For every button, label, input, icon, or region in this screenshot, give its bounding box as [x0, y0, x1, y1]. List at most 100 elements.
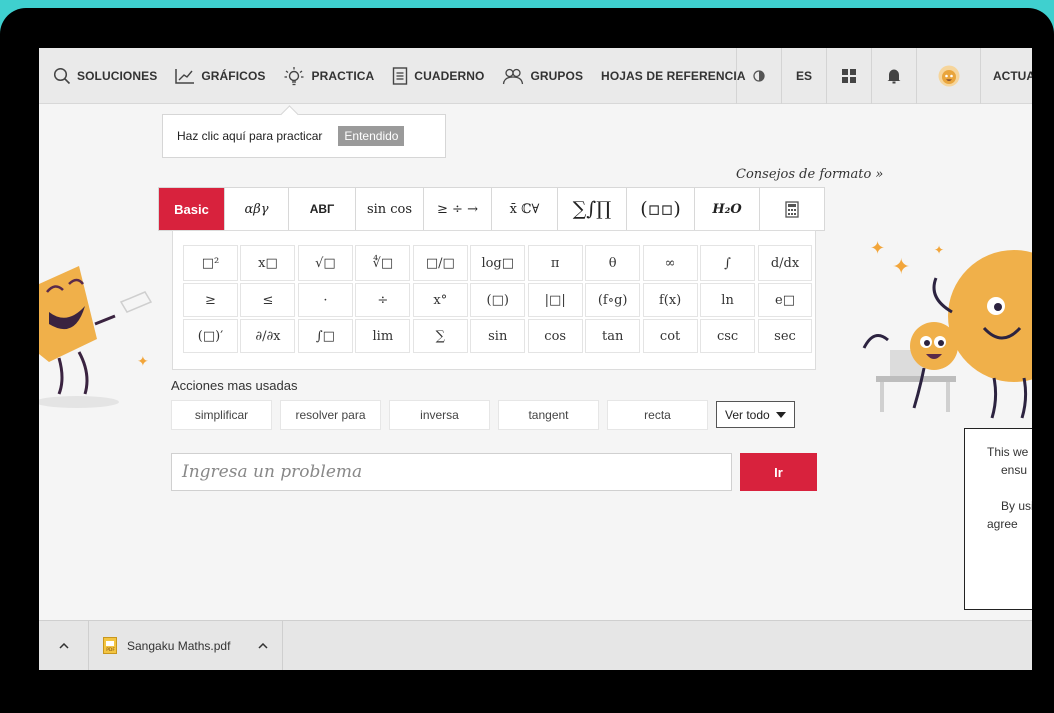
key-parens[interactable]: (□) — [470, 283, 526, 317]
tab-trig[interactable]: sin cos — [356, 188, 424, 230]
nav-label: SOLUCIONES — [77, 68, 158, 83]
apps-button[interactable] — [826, 48, 871, 104]
nav-grupos[interactable]: GRUPOS — [493, 48, 592, 104]
contrast-toggle[interactable] — [736, 48, 781, 104]
action-resolver-para[interactable]: resolver para — [280, 400, 381, 430]
key-function[interactable]: f(x) — [642, 283, 698, 317]
keypad-row: ≥ ≤ · ÷ x° (□) |□| (f∘g) f(x) ln e□ — [183, 283, 815, 317]
submit-button[interactable]: Ir — [740, 453, 817, 491]
key-csc[interactable]: csc — [700, 319, 756, 353]
nav-label: CUADERNO — [414, 68, 485, 83]
key-power[interactable]: x□ — [240, 245, 296, 281]
nav-soluciones[interactable]: SOLUCIONES — [39, 48, 166, 104]
nav-graficos[interactable]: GRÁFICOS — [166, 48, 274, 104]
language-selector[interactable]: ES — [781, 48, 826, 104]
practice-tooltip: Haz clic aquí para practicar Entendido — [162, 114, 446, 158]
key-sin[interactable]: sin — [470, 319, 526, 353]
key-exp[interactable]: e□ — [757, 283, 813, 317]
action-recta[interactable]: recta — [607, 400, 708, 430]
user-avatar[interactable] — [916, 48, 980, 104]
chevron-up-icon[interactable] — [258, 642, 268, 649]
nav-practica[interactable]: PRACTICA — [274, 48, 383, 104]
action-tangent[interactable]: tangent — [498, 400, 599, 430]
tab-greek-lower[interactable]: αβγ — [225, 188, 289, 230]
key-degree[interactable]: x° — [412, 283, 468, 317]
cookie-line: agree — [987, 517, 1018, 531]
search-icon — [53, 67, 71, 84]
download-bar: PDF Sangaku Maths.pdf — [39, 620, 1032, 670]
keypad-tabs: Basic αβγ ΑΒΓ sin cos ≥ ÷ → x̄ ℂ∀ ∑∫∏ (▫… — [158, 187, 825, 231]
tab-basic[interactable]: Basic — [159, 188, 225, 230]
key-divide[interactable]: ÷ — [355, 283, 411, 317]
lightbulb-icon — [284, 66, 304, 85]
right-mascots-illustration: ✦ ✦ ✦ — [862, 238, 1032, 419]
account-menu[interactable]: ACTUAL — [980, 48, 1032, 104]
key-log[interactable]: log□ — [470, 245, 526, 281]
ver-todo-label: Ver todo — [725, 407, 770, 422]
key-square[interactable]: □² — [183, 245, 238, 281]
key-def-integral[interactable]: ∫□ — [297, 319, 353, 353]
tab-sets[interactable]: x̄ ℂ∀ — [492, 188, 558, 230]
nav-hojas-de-referencia[interactable]: HOJAS DE REFERENCIA — [592, 48, 755, 104]
common-actions: simplificar resolver para inversa tangen… — [171, 400, 795, 430]
problem-input[interactable]: Ingresa un problema — [171, 453, 732, 491]
grid-icon — [842, 69, 856, 83]
tooltip-text: Haz clic aquí para practicar — [177, 129, 323, 143]
formatting-tips-link[interactable]: Consejos de formato » — [736, 167, 883, 182]
notebook-icon — [393, 66, 408, 85]
download-bar-toggle[interactable] — [39, 620, 89, 670]
action-simplificar[interactable]: simplificar — [171, 400, 272, 430]
notifications-button[interactable] — [871, 48, 916, 104]
key-lim[interactable]: lim — [355, 319, 411, 353]
language-label: ES — [795, 69, 812, 83]
key-ln[interactable]: ln — [700, 283, 756, 317]
cookie-banner: This we ensu By usi agree — [964, 428, 1032, 610]
tab-operators[interactable]: ≥ ÷ → — [424, 188, 492, 230]
account-label: ACTUAL — [993, 69, 1032, 83]
key-compose[interactable]: (f∘g) — [585, 283, 641, 317]
users-icon — [503, 68, 524, 84]
cookie-line: ensu — [1001, 463, 1028, 477]
key-dot[interactable]: · — [297, 283, 353, 317]
svg-text:✦: ✦ — [892, 255, 910, 280]
key-prime[interactable]: (□)′ — [183, 319, 238, 353]
nav-label: PRACTICA — [311, 68, 375, 83]
tab-greek-upper[interactable]: ΑΒΓ — [289, 188, 356, 230]
key-integral[interactable]: ∫ — [700, 245, 756, 281]
tab-chemistry[interactable]: H₂O — [695, 188, 760, 230]
key-sqrt[interactable]: √□ — [297, 245, 353, 281]
key-geq[interactable]: ≥ — [183, 283, 238, 317]
tooltip-dismiss-button[interactable]: Entendido — [338, 126, 405, 146]
key-tan[interactable]: tan — [585, 319, 641, 353]
nav-cuaderno[interactable]: CUADERNO — [383, 48, 493, 104]
key-cos[interactable]: cos — [527, 319, 583, 353]
tab-sums[interactable]: ∑∫∏ — [558, 188, 627, 230]
avatar — [938, 65, 959, 87]
key-infinity[interactable]: ∞ — [642, 245, 698, 281]
action-inversa[interactable]: inversa — [389, 400, 490, 430]
download-filename: Sangaku Maths.pdf — [127, 638, 231, 653]
download-item[interactable]: PDF Sangaku Maths.pdf — [89, 620, 284, 670]
tab-matrix[interactable]: (▫▫) — [627, 188, 695, 230]
key-sum[interactable]: ∑ — [412, 319, 468, 353]
key-nth-root[interactable]: ∜□ — [355, 245, 411, 281]
key-cot[interactable]: cot — [642, 319, 698, 353]
nav-right-group: ES ACTUAL — [736, 48, 1032, 104]
tab-calculator[interactable] — [760, 188, 824, 230]
ver-todo-dropdown[interactable]: Ver todo — [716, 401, 795, 428]
key-derivative[interactable]: d/dx — [757, 245, 813, 281]
left-mascot-illustration: ✦ — [39, 266, 153, 408]
cookie-line: By usi — [1001, 499, 1032, 513]
key-sec[interactable]: sec — [757, 319, 813, 353]
key-leq[interactable]: ≤ — [240, 283, 296, 317]
key-pi[interactable]: π — [527, 245, 583, 281]
svg-text:✦: ✦ — [934, 243, 944, 257]
browser-viewport: SOLUCIONES GRÁFICOS PRACTICA CUADERNO GR… — [39, 48, 1032, 670]
common-actions-title: Acciones mas usadas — [171, 378, 298, 393]
key-partial[interactable]: ∂/∂x — [240, 319, 296, 353]
key-theta[interactable]: θ — [585, 245, 641, 281]
graph-icon — [175, 68, 195, 84]
calculator-icon — [785, 200, 799, 218]
key-fraction[interactable]: □/□ — [412, 245, 468, 281]
key-abs[interactable]: |□| — [527, 283, 583, 317]
